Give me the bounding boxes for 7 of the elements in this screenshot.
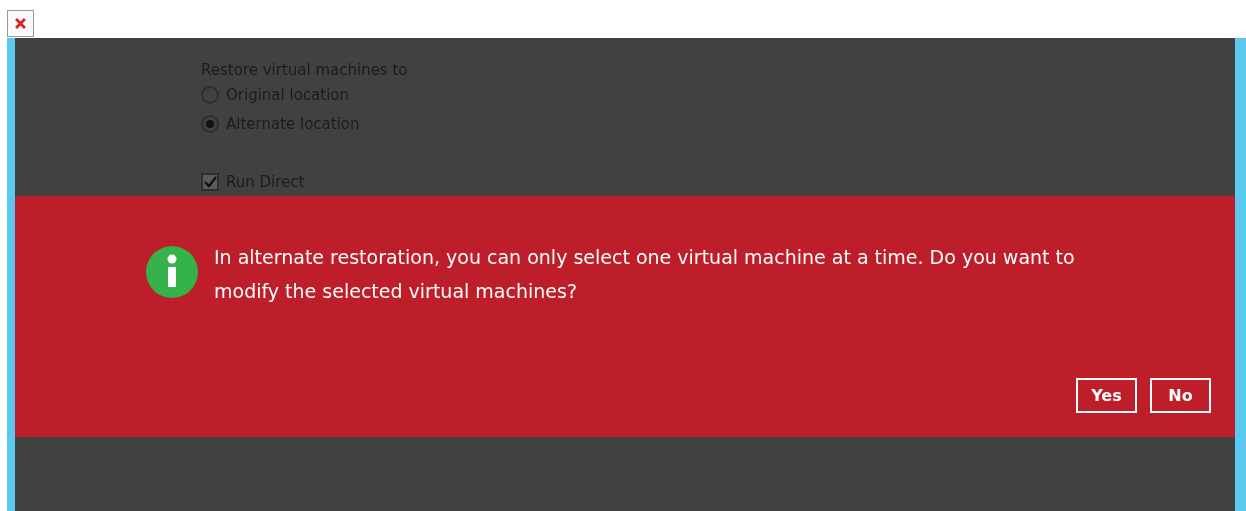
alert-message: In alternate restoration, you can only select one virtual machine at a time. Do you want to modify the selected virtual machines?: [214, 245, 1076, 304]
no-button[interactable]: No: [1150, 378, 1211, 413]
info-icon: [146, 246, 198, 298]
radio-button[interactable]: [201, 115, 219, 133]
broken-image-icon: [7, 10, 34, 37]
checkbox[interactable]: [201, 172, 219, 191]
yes-button[interactable]: Yes: [1076, 378, 1137, 413]
